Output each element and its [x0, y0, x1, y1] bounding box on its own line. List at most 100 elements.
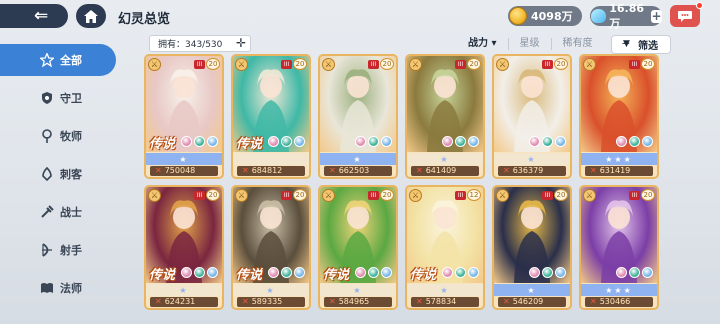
- back-button[interactable]: ⇐: [0, 4, 68, 28]
- element-icons: [266, 136, 305, 147]
- tier-tag-icon: III: [542, 59, 553, 69]
- element-icon: [207, 136, 218, 147]
- element-icon: [555, 267, 566, 278]
- spirit-card[interactable]: ⚔ III 20 ★ ✕ 636379: [492, 54, 572, 179]
- level-indicator: III 20: [455, 58, 481, 70]
- filter-button[interactable]: ▼̶ 筛选: [611, 35, 670, 53]
- sort-power-tab[interactable]: 战力 ▾: [457, 38, 509, 50]
- element-icon: [629, 267, 640, 278]
- tier-tag-icon: III: [281, 190, 292, 200]
- sidebar-item-priest[interactable]: 牧师: [0, 120, 118, 152]
- page-title: 幻灵总览: [118, 12, 171, 27]
- element-icon: [181, 136, 192, 147]
- tier-tag-icon: III: [281, 59, 292, 69]
- gem-amount: 16.86万: [609, 1, 645, 30]
- chat-button[interactable]: [670, 2, 703, 27]
- role-badge-icon: ⚔: [148, 189, 161, 202]
- add-gems-button[interactable]: +: [651, 9, 662, 23]
- level-number: 12: [467, 189, 481, 201]
- role-badge-icon: ⚔: [583, 58, 596, 71]
- bow-icon: [42, 243, 52, 257]
- spirit-card[interactable]: ⚔ III 20 传说 ✕ 684812: [231, 54, 311, 179]
- spirit-card[interactable]: ⚔ III 20 ★ ✕ 546209: [492, 185, 572, 310]
- element-icon: [455, 267, 466, 278]
- role-badge-icon: ⚔: [496, 58, 509, 71]
- power-value: 546209: [512, 297, 544, 306]
- sidebar-item-archer[interactable]: 射手: [0, 234, 118, 266]
- level-indicator: III 12: [455, 189, 481, 201]
- sword-icon: [41, 205, 54, 218]
- owned-count[interactable]: 拥有：343/530 ✛: [150, 36, 250, 51]
- element-icon: [294, 136, 305, 147]
- sidebar-item-mage[interactable]: 法师: [0, 272, 118, 304]
- level-number: 20: [380, 58, 394, 70]
- gem-counter: 16.86万 +: [590, 2, 662, 30]
- sidebar-item-assassin[interactable]: 刺客: [0, 158, 118, 190]
- element-icon: [381, 136, 392, 147]
- sidebar: 全部 守卫 牧师 刺客 战士 射手 法师: [0, 44, 118, 310]
- element-icon: [355, 267, 366, 278]
- element-icon: [268, 267, 279, 278]
- level-indicator: III 20: [194, 189, 220, 201]
- rarity-label: 传说: [149, 268, 176, 283]
- star-rank-bar: ★: [233, 284, 309, 296]
- home-icon: [84, 9, 98, 23]
- power-icon: ✕: [155, 297, 162, 306]
- rarity-label: 传说: [236, 268, 263, 283]
- spirit-card[interactable]: ⚔ III 20 ★ ✕ 641409: [405, 54, 485, 179]
- power-value: 530466: [599, 297, 631, 306]
- sidebar-item-label: 守卫: [60, 92, 82, 105]
- level-number: 20: [467, 58, 481, 70]
- spirit-card[interactable]: ⚔ III 12 传说 ★ ✕ 578834: [405, 185, 485, 310]
- power-value: 589335: [251, 297, 283, 306]
- sort-rarity-tab[interactable]: 稀有度: [552, 38, 604, 50]
- power-icon: ✕: [329, 166, 336, 175]
- spirit-card[interactable]: ⚔ III 20 传说 ★ ✕ 584965: [318, 185, 398, 310]
- level-indicator: III 20: [629, 58, 655, 70]
- element-icon: [616, 267, 627, 278]
- element-icons: [614, 136, 653, 147]
- rarity-label: 传说: [323, 268, 350, 283]
- level-number: 20: [293, 58, 307, 70]
- element-icons: [353, 267, 392, 278]
- home-button[interactable]: [76, 4, 106, 28]
- spirit-card[interactable]: ⚔ III 20 传说 ★ ✕ 589335: [231, 185, 311, 310]
- spirit-card[interactable]: ⚔ III 20 ★★★ ✕ 631419: [579, 54, 659, 179]
- element-icons: [614, 267, 653, 278]
- shield-icon: [42, 92, 52, 104]
- power-value: 624231: [164, 297, 196, 306]
- element-icon: [442, 136, 453, 147]
- element-icon: [368, 267, 379, 278]
- spirit-card[interactable]: ⚔ III 20 传说 ★ ✕ 750048: [144, 54, 224, 179]
- level-number: 20: [641, 189, 655, 201]
- element-icon: [616, 136, 627, 147]
- tier-tag-icon: III: [194, 59, 205, 69]
- sidebar-item-guardian[interactable]: 守卫: [0, 82, 118, 114]
- element-icon: [368, 136, 379, 147]
- tier-tag-icon: III: [368, 59, 379, 69]
- rarity-label: 传说: [149, 137, 176, 152]
- element-icon: [381, 267, 392, 278]
- expand-icon[interactable]: ✛: [236, 36, 246, 51]
- spirit-card[interactable]: ⚔ III 20 ★ ✕ 662503: [318, 54, 398, 179]
- sidebar-item-label: 射手: [60, 244, 82, 257]
- power-icon: ✕: [416, 297, 423, 306]
- power-value: 578834: [425, 297, 457, 306]
- sidebar-item-all[interactable]: 全部: [0, 44, 116, 76]
- level-number: 20: [293, 189, 307, 201]
- power-value: 631419: [599, 166, 631, 175]
- element-icon: [542, 136, 553, 147]
- power-icon: ✕: [416, 166, 423, 175]
- sort-star-tab[interactable]: 星级: [509, 38, 552, 50]
- combat-power: ✕ 530466: [585, 297, 653, 307]
- element-icon: [294, 267, 305, 278]
- combat-power: ✕ 636379: [498, 166, 566, 176]
- star-rank-bar: ★: [146, 153, 222, 165]
- top-bar: ⇐ 幻灵总览 4098万 16.86万 +: [0, 0, 720, 34]
- power-value: 662503: [338, 166, 370, 175]
- spirit-card[interactable]: ⚔ III 20 ★★★ ✕ 530466: [579, 185, 659, 310]
- sidebar-item-warrior[interactable]: 战士: [0, 196, 118, 228]
- element-icon: [529, 136, 540, 147]
- spirit-card[interactable]: ⚔ III 20 传说 ★ ✕ 624231: [144, 185, 224, 310]
- power-icon: ✕: [242, 297, 249, 306]
